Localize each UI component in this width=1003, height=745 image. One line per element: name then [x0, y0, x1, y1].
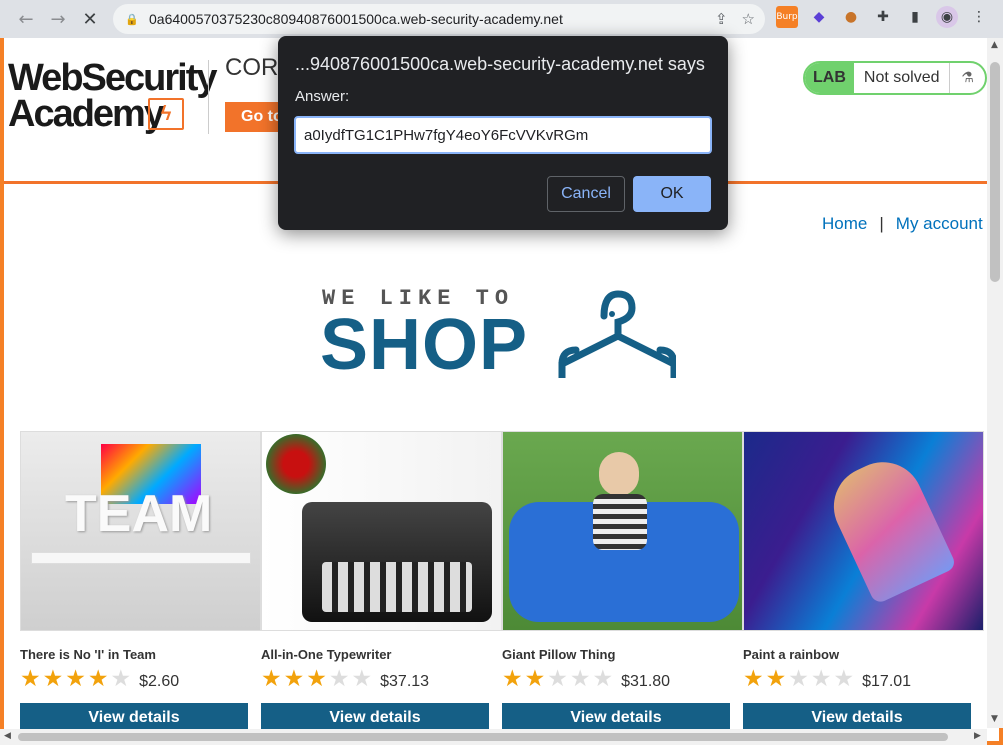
extensions-puzzle-icon[interactable]: ✚ — [872, 6, 894, 28]
product-card: Giant Pillow Thing ★ ★ ★ ★ ★ $31.80 — [502, 431, 743, 691]
product-price: $2.60 — [139, 672, 180, 690]
horizontal-scrollbar[interactable]: ◀ ▶ — [0, 729, 987, 745]
star-icon: ★ — [87, 666, 109, 692]
shop-banner: WE LIKE TO SHOP — [320, 286, 680, 386]
back-button[interactable]: ← — [11, 4, 41, 34]
product-rating: ★ ★ ★ ★ ★ $37.13 — [261, 668, 489, 691]
web-security-academy-logo[interactable]: WebSecurity Academy ϟ — [8, 57, 217, 133]
product-price: $37.13 — [380, 672, 430, 690]
product-image-typewriter — [261, 431, 502, 631]
ok-button[interactable]: OK — [633, 176, 711, 212]
star-icon: ★ — [833, 666, 855, 692]
scroll-up-arrow-icon[interactable]: ▲ — [991, 40, 998, 50]
lightning-bolt-icon: ϟ — [148, 98, 184, 130]
star-icon: ★ — [283, 666, 305, 692]
prompt-dialog: ...940876001500ca.web-security-academy.n… — [278, 36, 728, 230]
star-icon: ★ — [502, 666, 523, 692]
product-card: All-in-One Typewriter ★ ★ ★ ★ ★ $37.13 — [261, 431, 502, 691]
star-icon: ★ — [328, 666, 350, 692]
extension-cube-icon[interactable]: ◆ — [808, 6, 830, 28]
product-rating: ★ ★ ★ ★ ★ $2.60 — [20, 668, 248, 691]
browser-toolbar: ← → ✕ 🔒 0a6400570375230c80940876001500ca… — [0, 0, 1003, 38]
star-icon: ★ — [65, 666, 86, 692]
lab-badge: LAB — [805, 63, 854, 93]
product-name: All-in-One Typewriter — [261, 647, 392, 662]
my-account-link[interactable]: My account — [896, 214, 983, 234]
share-icon[interactable]: ⇪ — [715, 10, 728, 28]
star-icon: ★ — [743, 666, 764, 692]
flask-icon: ⚗ — [961, 70, 974, 86]
answer-input[interactable]: a0IydfTG1C1PHw7fgY4eoY6FcVVKvRGm — [294, 116, 712, 154]
lab-state: Not solved — [854, 63, 951, 93]
nav-separator: | — [879, 214, 884, 233]
scroll-down-arrow-icon[interactable]: ▼ — [991, 714, 998, 724]
menu-kebab-icon[interactable]: ⋮ — [968, 6, 990, 28]
star-icon: ★ — [569, 666, 591, 692]
star-icon: ★ — [524, 666, 546, 692]
product-name: There is No 'I' in Team — [20, 647, 156, 662]
product-image-rainbow — [743, 431, 984, 631]
product-rating: ★ ★ ★ ★ ★ $17.01 — [743, 668, 971, 691]
product-image-pillow — [502, 431, 743, 631]
product-rating: ★ ★ ★ ★ ★ $31.80 — [502, 668, 730, 691]
star-icon: ★ — [810, 666, 832, 692]
url-text: 0a6400570375230c80940876001500ca.web-sec… — [149, 11, 563, 27]
star-icon: ★ — [788, 666, 809, 692]
star-icon: ★ — [42, 666, 64, 692]
product-image-team: TEAM — [20, 431, 261, 631]
product-price: $31.80 — [621, 672, 671, 690]
bookmark-star-icon[interactable]: ☆ — [742, 10, 755, 28]
star-icon: ★ — [110, 666, 132, 692]
hanger-icon — [558, 290, 676, 378]
star-icon: ★ — [261, 666, 282, 692]
top-nav: Home | My account — [822, 214, 983, 234]
star-icon: ★ — [592, 666, 614, 692]
product-card: TEAM There is No 'I' in Team ★ ★ ★ ★ ★ $2.60 — [20, 431, 261, 691]
product-name: Paint a rainbow — [743, 647, 840, 662]
product-name: Giant Pillow Thing — [502, 647, 616, 662]
star-icon: ★ — [306, 666, 327, 692]
star-icon: ★ — [547, 666, 568, 692]
horizontal-scroll-thumb[interactable] — [18, 733, 948, 741]
home-link[interactable]: Home — [822, 214, 867, 234]
logo-line-1: WebSecurity — [8, 57, 217, 99]
divider — [208, 60, 209, 134]
star-icon: ★ — [765, 666, 787, 692]
dialog-title: ...940876001500ca.web-security-academy.n… — [295, 54, 705, 74]
dialog-label: Answer: — [295, 88, 350, 105]
vertical-scrollbar[interactable]: ▲ ▼ — [987, 38, 1003, 728]
extension-cookie-icon[interactable]: ● — [840, 6, 862, 28]
address-bar[interactable]: 🔒 0a6400570375230c80940876001500ca.web-s… — [113, 4, 765, 34]
profile-avatar-icon[interactable]: ◉ — [936, 6, 958, 28]
vertical-scroll-thumb[interactable] — [990, 62, 1000, 282]
burp-extension-icon[interactable]: Burp — [776, 6, 798, 28]
lab-title: COR — [225, 54, 279, 81]
product-grid: TEAM There is No 'I' in Team ★ ★ ★ ★ ★ $2.60… — [20, 431, 990, 741]
lab-status-widget: LAB Not solved ⚗ — [803, 61, 987, 95]
star-icon: ★ — [351, 666, 373, 692]
product-price: $17.01 — [862, 672, 912, 690]
scroll-left-arrow-icon[interactable]: ◀ — [4, 731, 11, 741]
banner-title: SHOP — [320, 305, 529, 385]
side-panel-icon[interactable]: ▮ — [904, 6, 926, 28]
burp-label: Burp — [776, 12, 798, 22]
product-card: Paint a rainbow ★ ★ ★ ★ ★ $17.01 — [743, 431, 984, 691]
forward-button[interactable]: → — [43, 4, 73, 34]
lock-icon: 🔒 — [125, 13, 139, 26]
cancel-button[interactable]: Cancel — [547, 176, 625, 212]
star-icon: ★ — [20, 666, 41, 692]
stop-loading-button[interactable]: ✕ — [75, 4, 105, 34]
scroll-right-arrow-icon[interactable]: ▶ — [974, 731, 981, 741]
